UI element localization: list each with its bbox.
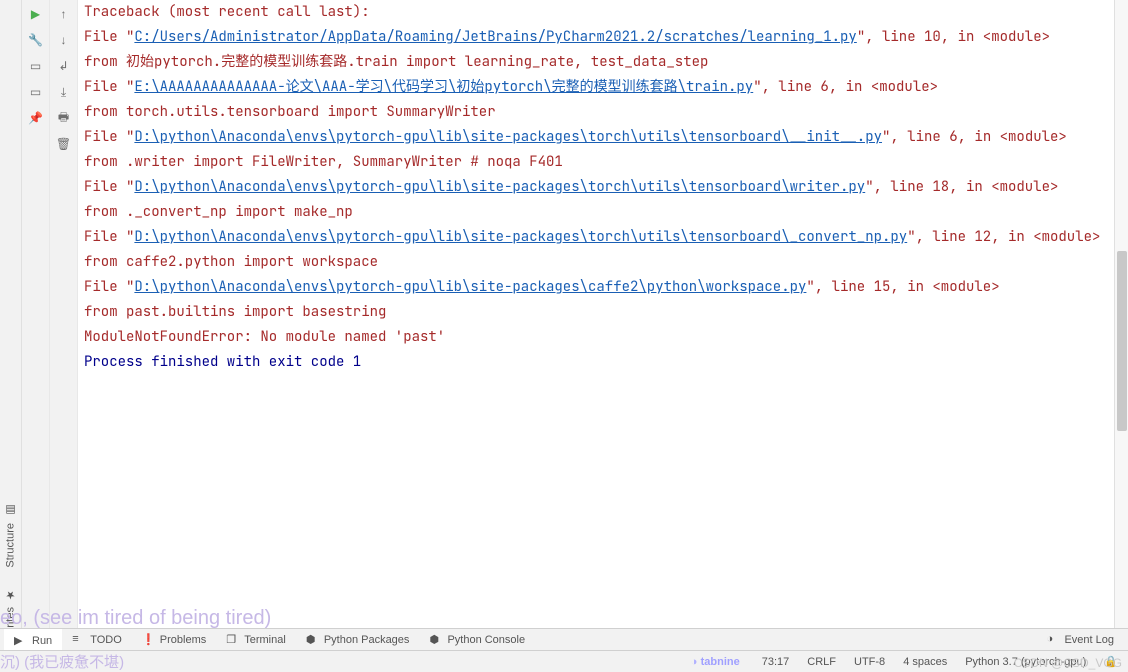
package-icon: ⬢ (306, 633, 320, 647)
python-packages-tab[interactable]: ⬢ Python Packages (296, 629, 420, 650)
run-icon[interactable]: ▶ (28, 6, 44, 22)
line-separator[interactable]: CRLF (807, 656, 836, 668)
arrow-down-icon[interactable]: ↓ (56, 32, 72, 48)
structure-icon: ▤ (4, 504, 17, 517)
structure-tab[interactable]: Structure ▤ (4, 504, 17, 568)
status-bar: ◑ tabnine 73:17 CRLF UTF-8 4 spaces Pyth… (0, 650, 1128, 672)
left-sidebar: Structure ▤ Favorites ★ (0, 0, 22, 672)
warning-icon: ❗ (142, 633, 156, 647)
structure-label: Structure (5, 523, 17, 568)
background-lyric-2: 沉) (我已疲惫不堪) (0, 651, 124, 672)
filter-icon[interactable]: ▭ (28, 58, 44, 74)
scroll-to-end-icon[interactable]: ⤓ (56, 84, 72, 100)
soft-wrap-icon[interactable]: ↲ (56, 58, 72, 74)
run-tab-icon: ▶ (14, 634, 28, 648)
traceback-file-link[interactable]: D:\python\Anaconda\envs\pytorch-gpu\lib\… (134, 178, 865, 196)
traceback-file-link[interactable]: C:/Users/Administrator/AppData/Roaming/J… (134, 28, 856, 46)
todo-tab[interactable]: ≡ TODO (62, 629, 132, 650)
traceback-file-link[interactable]: D:\python\Anaconda\envs\pytorch-gpu\lib\… (134, 278, 806, 296)
star-icon: ★ (4, 588, 17, 601)
layout-icon[interactable]: ▭ (28, 84, 44, 100)
python-console-label: Python Console (447, 634, 525, 646)
traceback-file-link[interactable]: D:\python\Anaconda\envs\pytorch-gpu\lib\… (134, 228, 907, 246)
event-log-tab[interactable]: ◑ Event Log (1036, 629, 1124, 650)
traceback-file-link[interactable]: D:\python\Anaconda\envs\pytorch-gpu\lib\… (134, 128, 882, 146)
indent-setting[interactable]: 4 spaces (903, 656, 947, 668)
problems-tab-label: Problems (160, 634, 206, 646)
trash-icon[interactable]: 🗑 (56, 136, 72, 152)
run-tab-label: Run (32, 635, 52, 647)
traceback-file-link[interactable]: E:\AAAAAAAAAAAAAA-论文\AAA-学习\代码学习\初始pytor… (134, 78, 753, 96)
console-output[interactable]: Traceback (most recent call last): File … (78, 0, 1128, 672)
tabnine-indicator[interactable]: ◑ tabnine (691, 656, 740, 668)
pin-icon[interactable]: 📌 (28, 110, 44, 126)
watermark: CSDN @CSD_VGG (1014, 656, 1122, 670)
cursor-position[interactable]: 73:17 (762, 656, 790, 668)
list-icon: ≡ (72, 633, 86, 647)
python-icon: ⬢ (429, 633, 443, 647)
arrow-up-icon[interactable]: ↑ (56, 6, 72, 22)
todo-tab-label: TODO (90, 634, 122, 646)
problems-tab[interactable]: ❗ Problems (132, 629, 216, 650)
scrollbar-thumb[interactable] (1117, 251, 1127, 431)
terminal-tab-label: Terminal (244, 634, 286, 646)
terminal-tab[interactable]: ❐ Terminal (216, 629, 296, 650)
bubble-icon: ◑ (1046, 633, 1060, 647)
vertical-scrollbar[interactable] (1114, 0, 1128, 628)
python-console-tab[interactable]: ⬢ Python Console (419, 629, 535, 650)
tool-window-bar: ▶ Run ≡ TODO ❗ Problems ❐ Terminal ⬢ Pyt… (0, 628, 1128, 650)
encoding[interactable]: UTF-8 (854, 656, 885, 668)
run-tab[interactable]: ▶ Run (4, 629, 62, 650)
terminal-icon: ❐ (226, 633, 240, 647)
python-packages-label: Python Packages (324, 634, 410, 646)
wrench-icon[interactable]: 🔧 (28, 32, 44, 48)
run-toolbar: ▶ 🔧 ▭ ▭ 📌 ↑ ↓ ↲ ⤓ 🖶 🗑 (22, 0, 78, 672)
background-lyric-1: eo, (see im tired of being tired) (0, 607, 271, 630)
event-log-label: Event Log (1064, 634, 1114, 646)
print-icon[interactable]: 🖶 (56, 110, 72, 126)
